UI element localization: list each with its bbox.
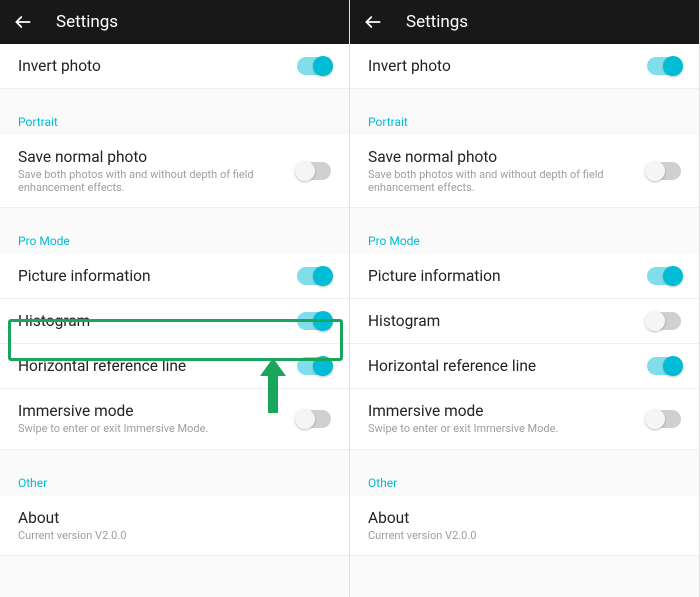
save-normal-sub: Save both photos with and without depth … <box>18 168 287 194</box>
immersive-toggle[interactable] <box>297 410 331 428</box>
immersive-label: Immersive mode <box>368 402 637 420</box>
picture-info-toggle[interactable] <box>647 267 681 285</box>
row-histogram[interactable]: Histogram <box>0 299 349 344</box>
right-panel: Settings Invert photo Portrait Save norm… <box>350 0 700 597</box>
save-normal-label: Save normal photo <box>368 148 637 166</box>
row-save-normal-photo[interactable]: Save normal photo Save both photos with … <box>0 135 349 208</box>
histogram-label: Histogram <box>368 312 637 330</box>
picture-info-label: Picture information <box>368 267 637 285</box>
page-title: Settings <box>56 12 118 32</box>
row-picture-information[interactable]: Picture information <box>350 254 699 299</box>
about-label: About <box>18 509 321 527</box>
section-portrait: Portrait <box>0 105 349 135</box>
row-immersive-mode[interactable]: Immersive mode Swipe to enter or exit Im… <box>0 389 349 449</box>
save-normal-toggle[interactable] <box>297 162 331 180</box>
save-normal-sub: Save both photos with and without depth … <box>368 168 637 194</box>
horizontal-ref-toggle[interactable] <box>297 357 331 375</box>
immersive-toggle[interactable] <box>647 410 681 428</box>
horizontal-ref-toggle[interactable] <box>647 357 681 375</box>
picture-info-label: Picture information <box>18 267 287 285</box>
horizontal-ref-label: Horizontal reference line <box>18 357 287 375</box>
invert-photo-label: Invert photo <box>18 57 287 75</box>
horizontal-ref-label: Horizontal reference line <box>368 357 637 375</box>
back-arrow-icon[interactable] <box>362 11 384 33</box>
header-bar: Settings <box>350 0 699 44</box>
section-other: Other <box>0 466 349 496</box>
row-horizontal-reference-line[interactable]: Horizontal reference line <box>0 344 349 389</box>
histogram-label: Histogram <box>18 312 287 330</box>
histogram-toggle[interactable] <box>647 312 681 330</box>
row-about[interactable]: About Current version V2.0.0 <box>350 496 699 556</box>
row-horizontal-reference-line[interactable]: Horizontal reference line <box>350 344 699 389</box>
row-about[interactable]: About Current version V2.0.0 <box>0 496 349 556</box>
immersive-label: Immersive mode <box>18 402 287 420</box>
settings-content: Invert photo Portrait Save normal photo … <box>350 44 699 597</box>
invert-photo-label: Invert photo <box>368 57 637 75</box>
histogram-toggle[interactable] <box>297 312 331 330</box>
section-pro-mode: Pro Mode <box>0 224 349 254</box>
invert-photo-toggle[interactable] <box>647 57 681 75</box>
row-save-normal-photo[interactable]: Save normal photo Save both photos with … <box>350 135 699 208</box>
row-histogram[interactable]: Histogram <box>350 299 699 344</box>
row-invert-photo[interactable]: Invert photo <box>350 44 699 89</box>
back-arrow-icon[interactable] <box>12 11 34 33</box>
section-other: Other <box>350 466 699 496</box>
immersive-sub: Swipe to enter or exit Immersive Mode. <box>18 422 287 435</box>
invert-photo-toggle[interactable] <box>297 57 331 75</box>
row-picture-information[interactable]: Picture information <box>0 254 349 299</box>
settings-content: Invert photo Portrait Save normal photo … <box>0 44 349 597</box>
page-title: Settings <box>406 12 468 32</box>
about-sub: Current version V2.0.0 <box>368 529 671 542</box>
header-bar: Settings <box>0 0 349 44</box>
picture-info-toggle[interactable] <box>297 267 331 285</box>
left-panel: Settings Invert photo Portrait Save norm… <box>0 0 350 597</box>
row-immersive-mode[interactable]: Immersive mode Swipe to enter or exit Im… <box>350 389 699 449</box>
save-normal-label: Save normal photo <box>18 148 287 166</box>
about-label: About <box>368 509 671 527</box>
about-sub: Current version V2.0.0 <box>18 529 321 542</box>
immersive-sub: Swipe to enter or exit Immersive Mode. <box>368 422 637 435</box>
row-invert-photo[interactable]: Invert photo <box>0 44 349 89</box>
save-normal-toggle[interactable] <box>647 162 681 180</box>
section-pro-mode: Pro Mode <box>350 224 699 254</box>
section-portrait: Portrait <box>350 105 699 135</box>
